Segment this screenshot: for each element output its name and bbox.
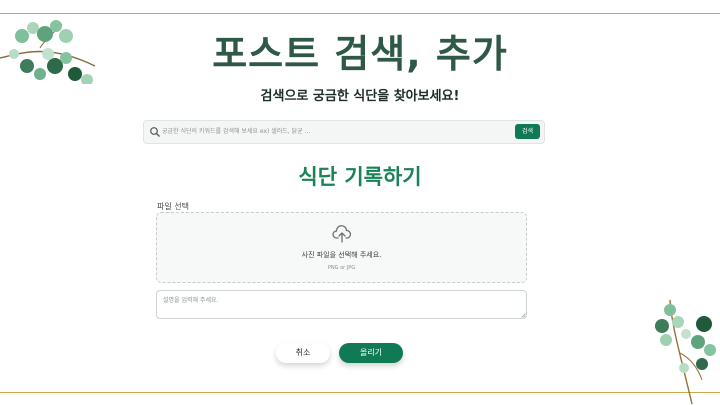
search-button[interactable]: 검색 (515, 124, 540, 139)
search-icon (150, 127, 160, 137)
search-input[interactable] (162, 124, 522, 140)
resize-grip-icon[interactable] (521, 313, 526, 318)
bottom-divider (0, 392, 720, 393)
description-textarea[interactable] (156, 290, 527, 319)
dropzone-file-types: PNG or JPG (327, 265, 356, 271)
file-dropzone[interactable]: 사진 파일을 선택해 주세요. PNG or JPG (156, 212, 527, 283)
cancel-button[interactable]: 취소 (276, 343, 330, 363)
search-bar (143, 120, 545, 144)
dropzone-instruction: 사진 파일을 선택해 주세요. (301, 251, 382, 259)
submit-upload-button[interactable]: 올리기 (339, 343, 403, 363)
page-subtitle: 검색으로 궁금한 식단을 찾아보세요! (260, 89, 460, 104)
eucalyptus-leaves-decoration-bottom-right (655, 299, 716, 405)
file-select-label: 파일 선택 (157, 202, 189, 211)
top-divider (0, 13, 720, 14)
page-title: 포스트 검색, 추가 (212, 32, 508, 76)
cloud-upload-icon (332, 225, 352, 243)
section-title: 식단 기록하기 (298, 165, 422, 189)
